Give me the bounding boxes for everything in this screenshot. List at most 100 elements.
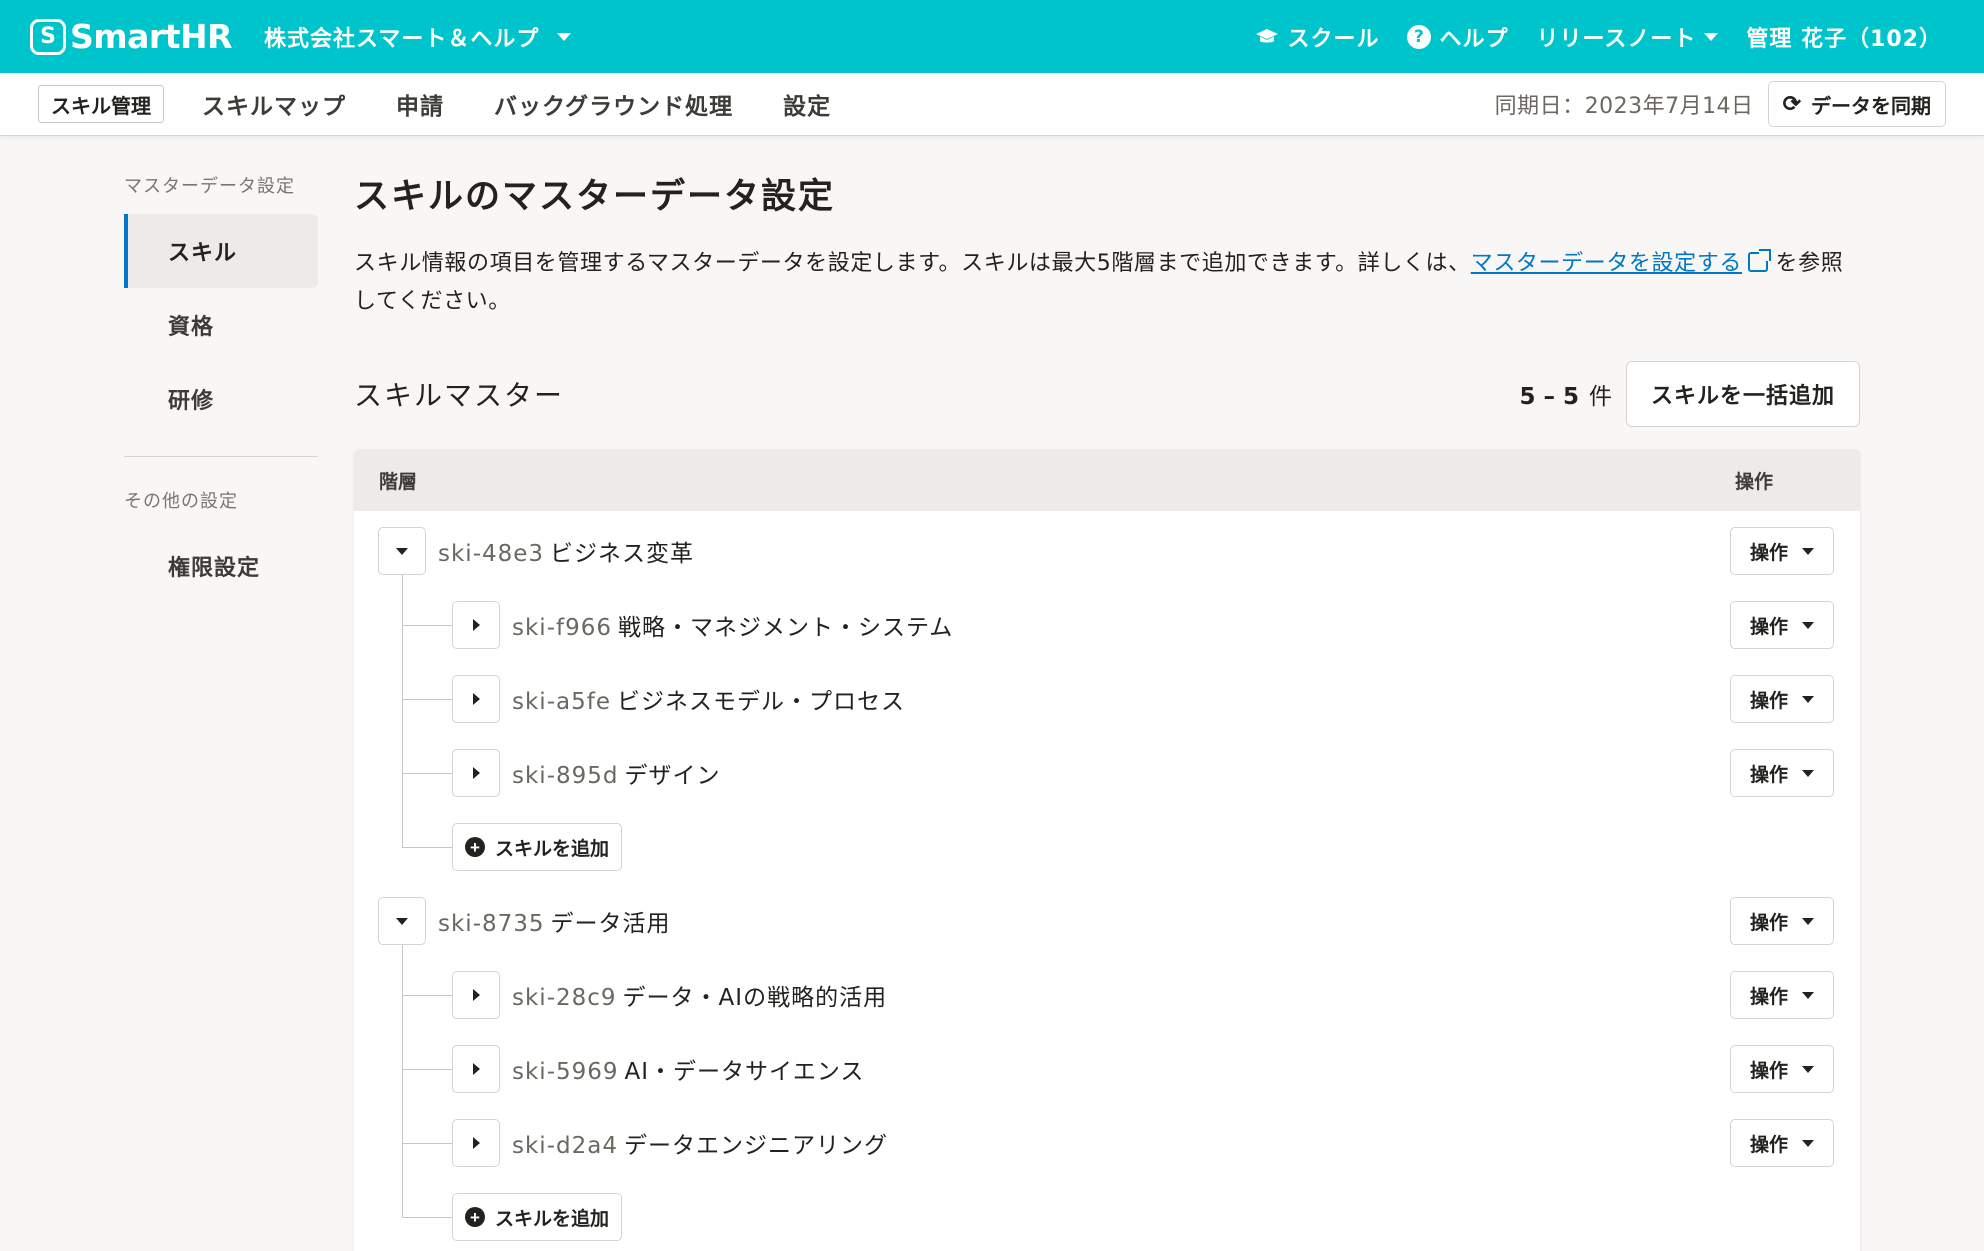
nav-applications[interactable]: 申請 <box>396 87 444 121</box>
skill-label: ski-a5fe ビジネスモデル・プロセス <box>512 682 905 716</box>
side-item-training[interactable]: 研修 <box>124 362 318 436</box>
nav-background-jobs[interactable]: バックグラウンド処理 <box>494 87 733 121</box>
app-name-badge[interactable]: スキル管理 <box>38 85 164 123</box>
add-skill-row: + スキルを追加 <box>354 821 1860 873</box>
sub-navigation: スキル管理 スキルマップ 申請 バックグラウンド処理 設定 同期日：2023年7… <box>0 73 1984 136</box>
tree-connector-line <box>402 625 452 626</box>
chevron-down-icon <box>1802 547 1814 555</box>
side-divider <box>124 456 318 457</box>
tree-connector-line <box>402 699 452 700</box>
skill-id: ski-8735 <box>438 911 545 937</box>
skill-name: AI・データサイエンス <box>624 1059 865 1085</box>
operations-dropdown-button[interactable]: 操作 <box>1730 897 1834 945</box>
expand-toggle-button[interactable] <box>452 971 500 1019</box>
page-description: スキル情報の項目を管理するマスターデータを設定します。スキルは最大5階層まで追加… <box>354 245 1854 321</box>
chevron-down-icon <box>1704 32 1719 41</box>
refresh-icon: ⟳ <box>1782 91 1801 116</box>
user-menu[interactable]: 管理 花子（102） <box>1746 21 1942 53</box>
sync-date: 同期日：2023年7月14日 <box>1494 94 1754 119</box>
help-doc-link[interactable]: マスターデータを設定する <box>1471 249 1771 276</box>
expand-toggle-button[interactable] <box>452 1045 500 1093</box>
expand-toggle-button[interactable] <box>452 1119 500 1167</box>
main-content: スキルのマスターデータ設定 スキル情報の項目を管理するマスターデータを設定します… <box>354 168 1860 1251</box>
side-heading-other: その他の設定 <box>124 491 238 512</box>
skill-id: ski-a5fe <box>512 689 611 715</box>
side-item-qualification[interactable]: 資格 <box>124 288 318 362</box>
skill-name: データエンジニアリング <box>623 1133 888 1159</box>
nav-skill-map[interactable]: スキルマップ <box>202 87 346 121</box>
chevron-down-icon <box>1802 991 1814 999</box>
skill-id: ski-d2a4 <box>512 1133 618 1159</box>
help-link[interactable]: ? ヘルプ <box>1407 21 1508 53</box>
company-name: 株式会社スマート＆ヘルプ <box>264 26 540 52</box>
tree-connector-line <box>402 1143 452 1144</box>
section-title: スキルマスター <box>354 379 565 412</box>
operations-dropdown-button[interactable]: 操作 <box>1730 749 1834 797</box>
page-title: スキルのマスターデータ設定 <box>354 177 836 217</box>
logo-mark-icon: S <box>30 18 66 55</box>
external-link-icon <box>1747 249 1771 272</box>
add-skill-label: スキルを追加 <box>495 1208 610 1230</box>
top-app-bar: S SmartHR 株式会社スマート＆ヘルプ スクール ? ヘルプ リリースノー… <box>0 0 1984 73</box>
side-menu: マスターデータ設定 スキル 資格 研修 その他の設定 権限設定 <box>124 172 318 603</box>
item-count: 5 – 5 件 <box>1519 377 1612 411</box>
graduation-cap-icon <box>1256 28 1279 42</box>
skill-label: ski-8735 データ活用 <box>438 904 671 938</box>
skill-id: ski-28c9 <box>512 985 617 1011</box>
expand-toggle-button[interactable] <box>452 749 500 797</box>
count-range: 5 – 5 <box>1519 384 1579 410</box>
side-item-skill[interactable]: スキル <box>124 214 318 288</box>
sync-button-label: データを同期 <box>1811 95 1931 118</box>
tree-row: ski-8735 データ活用 操作 <box>354 895 1860 947</box>
smarthr-logo[interactable]: S SmartHR <box>30 17 233 56</box>
expand-toggle-button[interactable] <box>452 601 500 649</box>
operations-dropdown-button[interactable]: 操作 <box>1730 1119 1834 1167</box>
tree-row: ski-895d デザイン 操作 <box>354 747 1860 799</box>
bulk-add-skills-button[interactable]: スキルを一括追加 <box>1625 361 1860 427</box>
chevron-down-icon <box>1802 621 1814 629</box>
operations-dropdown-button[interactable]: 操作 <box>1730 971 1834 1019</box>
operations-dropdown-button[interactable]: 操作 <box>1730 601 1834 649</box>
skill-name: デザイン <box>624 763 721 789</box>
tree-row: ski-f966 戦略・マネジメント・システム 操作 <box>354 599 1860 651</box>
logo-text: SmartHR <box>70 17 233 56</box>
operations-label: 操作 <box>1749 542 1788 564</box>
skill-id: ski-48e3 <box>438 541 545 567</box>
skill-label: ski-5969 AI・データサイエンス <box>512 1052 864 1086</box>
operations-label: 操作 <box>1749 986 1788 1008</box>
caret-down-icon <box>396 917 408 925</box>
add-skill-row: + スキルを追加 <box>354 1191 1860 1243</box>
collapse-toggle-button[interactable] <box>378 527 426 575</box>
operations-dropdown-button[interactable]: 操作 <box>1730 675 1834 723</box>
operations-label: 操作 <box>1749 616 1788 638</box>
sync-data-button[interactable]: ⟳ データを同期 <box>1767 81 1946 127</box>
company-switcher[interactable]: 株式会社スマート＆ヘルプ <box>264 21 572 53</box>
tree-connector-line <box>402 773 452 774</box>
operations-dropdown-button[interactable]: 操作 <box>1730 527 1834 575</box>
operations-dropdown-button[interactable]: 操作 <box>1730 1045 1834 1093</box>
caret-right-icon <box>472 619 480 631</box>
side-item-permissions[interactable]: 権限設定 <box>124 529 318 603</box>
expand-toggle-button[interactable] <box>452 675 500 723</box>
release-notes-menu[interactable]: リリースノート <box>1537 21 1719 53</box>
table-header: 階層 操作 <box>354 449 1860 511</box>
add-skill-button[interactable]: + スキルを追加 <box>452 1193 623 1241</box>
collapse-toggle-button[interactable] <box>378 897 426 945</box>
operations-label: 操作 <box>1749 690 1788 712</box>
chevron-down-icon <box>557 32 572 41</box>
desc-text-before: スキル情報の項目を管理するマスターデータを設定します。スキルは最大5階層まで追加… <box>354 251 1471 276</box>
tree-vertical-line <box>402 945 403 1217</box>
school-link[interactable]: スクール <box>1255 21 1379 53</box>
skill-tree-table: 階層 操作 ski-48e3 ビジネス変革 操作 ski-f966 戦略・マネジメント・… <box>354 449 1860 1251</box>
help-label: ヘルプ <box>1439 26 1509 52</box>
skill-label: ski-895d デザイン <box>512 756 721 790</box>
skill-label: ski-f966 戦略・マネジメント・システム <box>512 608 953 642</box>
skill-name: ビジネス変革 <box>550 541 695 567</box>
release-notes-label: リリースノート <box>1536 26 1697 52</box>
school-label: スクール <box>1287 26 1380 52</box>
tree-connector-line <box>402 1217 452 1218</box>
tree-row: ski-a5fe ビジネスモデル・プロセス 操作 <box>354 673 1860 725</box>
column-header-ops: 操作 <box>1734 470 1773 493</box>
nav-settings[interactable]: 設定 <box>783 87 831 121</box>
add-skill-button[interactable]: + スキルを追加 <box>452 823 623 871</box>
